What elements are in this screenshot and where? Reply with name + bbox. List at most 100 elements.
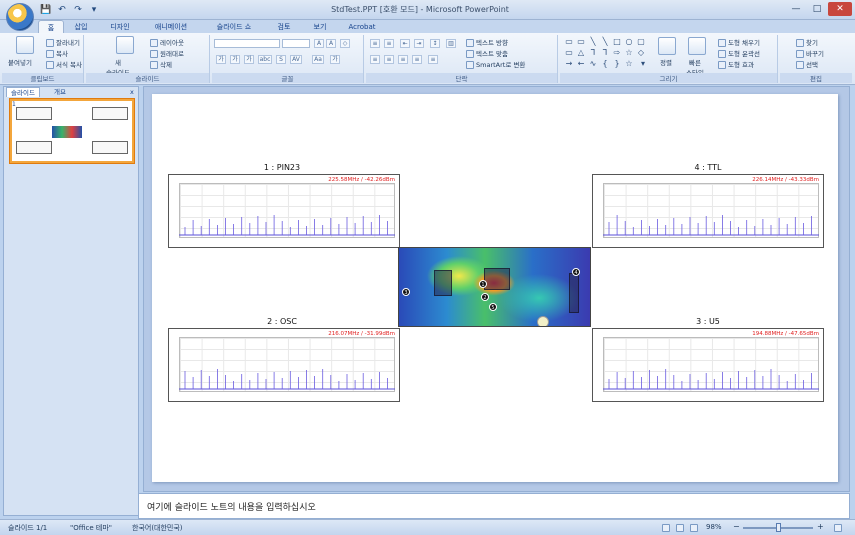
shape-rect2-icon[interactable]: ▭ [564, 48, 574, 57]
normal-view-icon[interactable] [662, 524, 670, 532]
underline-button[interactable]: 가 [244, 55, 254, 64]
font-name-combo[interactable] [214, 39, 280, 48]
text-direction-button[interactable]: 텍스트 방향 [466, 37, 508, 47]
arrange-button[interactable]: 정렬 [660, 57, 672, 67]
italic-button[interactable]: 가 [230, 55, 240, 64]
change-case-button[interactable]: Aa [312, 55, 324, 64]
shape-star-icon[interactable]: ☆ [624, 48, 634, 57]
minimize-button[interactable]: — [786, 2, 806, 16]
status-theme[interactable]: "Office 테마" [70, 523, 112, 533]
tab-outline[interactable]: 개요 [50, 87, 70, 97]
zoom-out-icon[interactable]: − [733, 522, 740, 531]
redo-icon[interactable]: ↷ [72, 4, 84, 16]
reset-button[interactable]: 원래대로 [150, 48, 184, 58]
grow-font-button[interactable]: A [314, 39, 324, 48]
replace-button[interactable]: 바꾸기 [796, 48, 824, 58]
select-button[interactable]: 선택 [796, 59, 818, 69]
cut-button[interactable]: 잘라내기 [46, 37, 80, 47]
shape-brace-icon[interactable]: { [600, 59, 610, 68]
tab-home[interactable]: 홈 [38, 20, 64, 34]
copy-button[interactable]: 복사 [46, 48, 68, 58]
shape-connector2-icon[interactable]: ⅂ [600, 48, 610, 57]
notes-pane[interactable]: 여기에 슬라이드 노트의 내용을 입력하십시오 [138, 493, 850, 519]
paste-button[interactable]: 붙여넣기 [8, 57, 32, 67]
bullets-button[interactable]: ≡ [370, 39, 380, 48]
shapes-more-icon[interactable]: ▾ [638, 59, 648, 68]
shape-effects-button[interactable]: 도형 효과 [718, 59, 754, 69]
slide-thumbnail[interactable]: 1 [10, 99, 134, 163]
qat-customize-icon[interactable]: ▾ [88, 4, 100, 16]
tab-design[interactable]: 디자인 [104, 20, 136, 34]
fit-slide-icon[interactable] [834, 524, 842, 532]
format-painter-button[interactable]: 서식 복사 [46, 59, 82, 69]
close-button[interactable]: ✕ [828, 2, 852, 16]
shape-textbox-vertical-icon[interactable]: ▭ [576, 37, 586, 46]
probe-marker-3[interactable]: 3 [402, 288, 410, 296]
strikethrough-button[interactable]: abc [258, 55, 272, 64]
shape-oval-icon[interactable]: ○ [624, 37, 634, 46]
justify-button[interactable]: ≡ [412, 55, 422, 64]
shape-rect-icon[interactable]: □ [612, 37, 622, 46]
decrease-indent-button[interactable]: ⇤ [400, 39, 410, 48]
layout-button[interactable]: 레이아웃 [150, 37, 184, 47]
probe-marker-1[interactable]: 1 [479, 280, 487, 288]
shape-fill-button[interactable]: 도형 채우기 [718, 37, 760, 47]
office-button[interactable] [6, 3, 34, 31]
probe-marker-2[interactable]: 2 [481, 293, 489, 301]
spacing-button[interactable]: AV [290, 55, 302, 64]
zoom-level[interactable]: 98% [706, 523, 722, 531]
status-language[interactable]: 한국어(대한민국) [132, 523, 183, 533]
align-center-button[interactable]: ≡ [384, 55, 394, 64]
shape-star2-icon[interactable]: ☆ [624, 59, 634, 68]
probe-marker-4[interactable]: 4 [572, 268, 580, 276]
shape-triangle-icon[interactable]: △ [576, 48, 586, 57]
spectrum-chart-osc[interactable]: 216.07MHz / -31.99dBm [168, 328, 400, 402]
shape-outline-button[interactable]: 도형 윤곽선 [718, 48, 760, 58]
tab-slides[interactable]: 슬라이드 [6, 87, 40, 97]
shape-line2-icon[interactable]: ╲ [600, 37, 610, 46]
tab-view[interactable]: 보기 [306, 20, 334, 34]
find-button[interactable]: 찾기 [796, 37, 818, 47]
bold-button[interactable]: 가 [216, 55, 226, 64]
columns-button[interactable]: ▥ [446, 39, 456, 48]
panel-close-icon[interactable]: x [126, 87, 138, 97]
tab-acrobat[interactable]: Acrobat [342, 20, 382, 34]
numbering-button[interactable]: ≡ [384, 39, 394, 48]
zoom-slider-thumb[interactable] [776, 523, 781, 532]
shape-arrow-left-icon[interactable]: ← [576, 59, 586, 68]
slideshow-view-icon[interactable] [690, 524, 698, 532]
font-size-combo[interactable] [282, 39, 310, 48]
undo-icon[interactable]: ↶ [56, 4, 68, 16]
delete-slide-button[interactable]: 삭제 [150, 59, 172, 69]
align-left-button[interactable]: ≡ [370, 55, 380, 64]
shape-line-icon[interactable]: ╲ [588, 37, 598, 46]
shadow-button[interactable]: S [276, 55, 286, 64]
probe-marker-5[interactable]: 5 [489, 303, 497, 311]
tab-review[interactable]: 검토 [270, 20, 298, 34]
shape-connector-icon[interactable]: ⅂ [588, 48, 598, 57]
distribute-button[interactable]: ≡ [428, 55, 438, 64]
spectrum-chart-pin23[interactable]: 225.58MHz / -42.26dBm [168, 174, 400, 248]
shape-brace-right-icon[interactable]: } [612, 59, 622, 68]
tab-insert[interactable]: 삽입 [68, 20, 94, 34]
font-color-button[interactable]: 가 [330, 55, 340, 64]
shape-heart-icon[interactable]: ◇ [636, 48, 646, 57]
smartart-button[interactable]: SmartArt로 변환 [466, 59, 525, 69]
shape-rounded-rect-icon[interactable]: ▢ [636, 37, 646, 46]
align-text-button[interactable]: 텍스트 맞춤 [466, 48, 508, 58]
slide-sorter-icon[interactable] [676, 524, 684, 532]
shape-textbox-icon[interactable]: ▭ [564, 37, 574, 46]
zoom-in-icon[interactable]: + [817, 522, 824, 531]
shape-arrow-icon[interactable]: ⇨ [612, 48, 622, 57]
increase-indent-button[interactable]: ⇥ [414, 39, 424, 48]
line-spacing-button[interactable]: ↕ [430, 39, 440, 48]
align-right-button[interactable]: ≡ [398, 55, 408, 64]
tab-slideshow[interactable]: 슬라이드 쇼 [208, 20, 260, 34]
spectrum-chart-ttl[interactable]: 226.14MHz / -43.33dBm [592, 174, 824, 248]
shape-curve-icon[interactable]: ∿ [588, 59, 598, 68]
maximize-button[interactable]: □ [807, 2, 827, 16]
thermal-scan-image[interactable]: 1 2 3 4 5 [398, 247, 591, 327]
spectrum-chart-u5[interactable]: 194.88MHz / -47.65dBm [592, 328, 824, 402]
shrink-font-button[interactable]: A [326, 39, 336, 48]
tab-animations[interactable]: 애니메이션 [146, 20, 196, 34]
